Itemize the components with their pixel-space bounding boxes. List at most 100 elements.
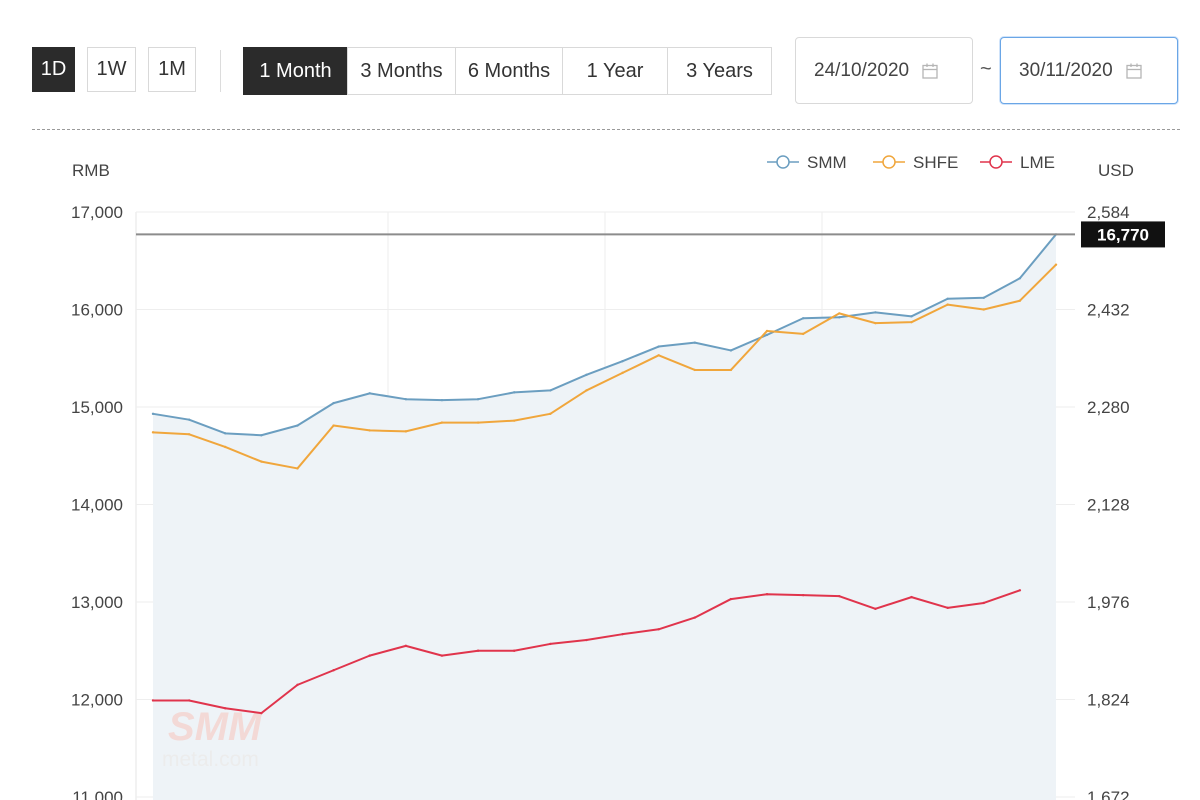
data-point-lme xyxy=(693,616,696,619)
data-point-smm xyxy=(801,317,805,320)
current-price-label: 16,770 xyxy=(1097,225,1149,244)
tab-3-months[interactable]: 3 Months xyxy=(347,47,456,95)
left-axis-label: RMB xyxy=(72,161,110,180)
data-point-shfe xyxy=(187,433,191,436)
data-point-shfe xyxy=(440,421,444,424)
data-point-smm xyxy=(260,434,263,437)
data-point-smm xyxy=(657,345,660,348)
data-point-shfe xyxy=(224,445,227,449)
interval-1m-button[interactable]: 1M xyxy=(148,47,196,92)
y-left-tick-label: 14,000 xyxy=(71,496,123,515)
tab-3-years[interactable]: 3 Years xyxy=(667,47,772,95)
data-point-shfe xyxy=(549,412,552,416)
data-point-shfe xyxy=(151,431,155,434)
y-left-tick-label: 17,000 xyxy=(71,203,123,222)
data-point-lme xyxy=(368,654,371,657)
y-right-tick-label: 2,584 xyxy=(1087,203,1130,222)
y-right-tick-label: 2,128 xyxy=(1087,496,1130,515)
data-point-smm xyxy=(549,389,552,392)
data-point-shfe xyxy=(368,429,371,432)
data-point-smm xyxy=(621,359,624,363)
chart-toolbar: 1D 1W 1M 1 Month 3 Months 6 Months 1 Yea… xyxy=(0,0,1200,130)
data-point-lme xyxy=(332,669,335,672)
data-point-lme xyxy=(476,649,480,652)
calendar-icon xyxy=(922,63,938,79)
data-point-smm xyxy=(982,296,985,299)
data-point-smm xyxy=(296,424,299,427)
y-right-tick-label: 2,432 xyxy=(1087,301,1130,320)
data-point-smm xyxy=(765,333,769,337)
data-point-lme xyxy=(151,699,155,702)
data-point-lme xyxy=(982,601,985,605)
data-point-shfe xyxy=(729,368,733,372)
data-point-shfe xyxy=(693,368,696,372)
data-point-lme xyxy=(404,644,408,648)
data-point-lme xyxy=(440,654,444,657)
data-point-lme xyxy=(765,593,769,596)
data-point-smm xyxy=(946,297,949,300)
data-point-shfe xyxy=(260,460,263,463)
data-point-shfe xyxy=(476,421,480,424)
data-point-lme xyxy=(187,699,191,702)
data-point-lme xyxy=(946,606,949,610)
data-point-lme xyxy=(549,642,552,646)
legend-marker xyxy=(989,155,1003,169)
y-right-tick-label: 2,280 xyxy=(1087,398,1130,417)
data-point-smm xyxy=(332,401,335,405)
y-left-tick-label: 16,000 xyxy=(71,301,123,320)
y-left-tick-label: 15,000 xyxy=(71,398,123,417)
data-point-smm xyxy=(440,398,444,402)
y-right-tick-label: 1,672 xyxy=(1087,788,1130,800)
data-point-shfe xyxy=(838,312,841,315)
end-date-value: 30/11/2020 xyxy=(1019,59,1113,81)
interval-1w-button[interactable]: 1W xyxy=(87,47,136,92)
data-point-smm xyxy=(729,349,733,352)
data-point-shfe xyxy=(801,332,805,336)
data-point-smm xyxy=(874,311,877,314)
date-range-separator: ~ xyxy=(980,58,992,80)
start-date-picker[interactable]: 24/10/2020 xyxy=(795,37,973,104)
tab-6-months[interactable]: 6 Months xyxy=(455,47,563,95)
tab-1-month[interactable]: 1 Month xyxy=(243,47,348,95)
data-point-shfe xyxy=(982,308,985,311)
data-point-smm xyxy=(910,315,913,318)
data-point-smm xyxy=(368,392,371,395)
interval-1d-button[interactable]: 1D xyxy=(32,47,75,92)
data-point-smm xyxy=(404,398,408,401)
data-point-shfe xyxy=(513,419,516,422)
data-point-shfe xyxy=(765,329,769,333)
data-point-lme xyxy=(260,711,263,715)
watermark-text: metal.com xyxy=(162,748,259,771)
data-point-smm xyxy=(693,341,696,344)
data-point-lme xyxy=(1018,589,1022,592)
data-point-lme xyxy=(838,594,841,598)
data-point-shfe xyxy=(332,424,335,427)
data-point-lme xyxy=(621,632,624,636)
start-date-value: 24/10/2020 xyxy=(814,59,910,81)
data-point-shfe xyxy=(296,467,299,470)
data-point-smm xyxy=(476,398,480,401)
data-point-lme xyxy=(296,683,299,687)
legend-label-smm: SMM xyxy=(807,153,847,172)
tab-1-year[interactable]: 1 Year xyxy=(562,47,668,95)
y-left-tick-label: 13,000 xyxy=(71,593,123,612)
data-point-lme xyxy=(224,707,227,710)
calendar-icon xyxy=(1126,63,1142,79)
data-point-lme xyxy=(874,607,877,611)
data-point-shfe xyxy=(946,303,949,306)
range-tabs: 1 Month 3 Months 6 Months 1 Year 3 Years xyxy=(243,47,772,95)
data-point-lme xyxy=(729,597,733,601)
end-date-picker[interactable]: 30/11/2020 xyxy=(1000,37,1178,104)
data-point-shfe xyxy=(657,354,660,357)
data-point-shfe xyxy=(1054,263,1058,266)
data-point-smm xyxy=(151,412,155,416)
data-point-lme xyxy=(910,595,913,599)
right-axis-label: USD xyxy=(1098,161,1134,180)
data-point-smm xyxy=(513,391,516,394)
legend-marker xyxy=(882,155,896,169)
data-point-lme xyxy=(801,593,805,597)
data-point-smm xyxy=(1018,277,1022,280)
data-point-smm xyxy=(585,373,588,377)
data-point-shfe xyxy=(1018,299,1022,302)
data-point-smm xyxy=(187,418,191,421)
